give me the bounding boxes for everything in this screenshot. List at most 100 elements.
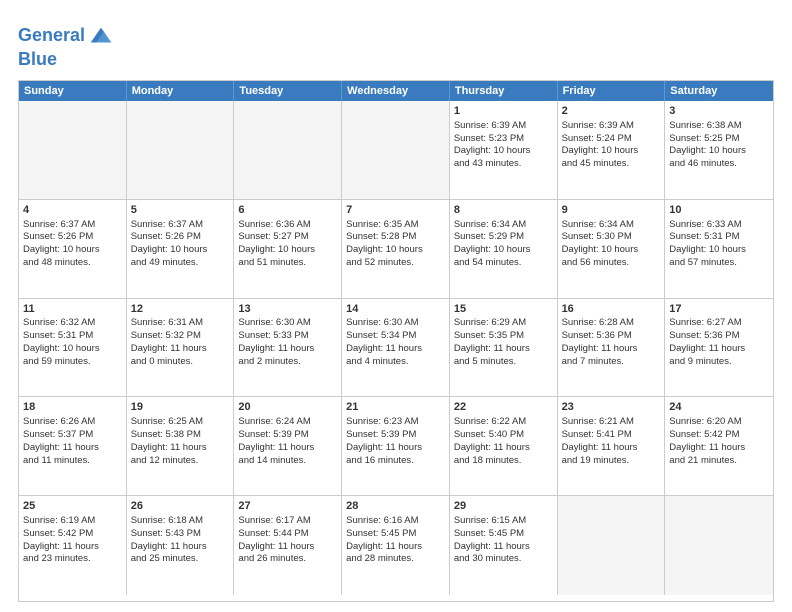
day-info-line: and 28 minutes. (346, 553, 445, 566)
day-info-line: Daylight: 10 hours (669, 244, 769, 257)
day-info-line: Sunset: 5:42 PM (669, 429, 769, 442)
day-info-line: Sunset: 5:36 PM (669, 330, 769, 343)
day-info-line: Sunrise: 6:15 AM (454, 515, 553, 528)
day-number: 27 (238, 499, 337, 514)
calendar: SundayMondayTuesdayWednesdayThursdayFrid… (18, 80, 774, 602)
day-cell-27: 27Sunrise: 6:17 AMSunset: 5:44 PMDayligh… (234, 496, 342, 595)
day-info-line: Daylight: 11 hours (131, 442, 230, 455)
day-cell-25: 25Sunrise: 6:19 AMSunset: 5:42 PMDayligh… (19, 496, 127, 595)
day-info-line: Sunrise: 6:34 AM (562, 219, 661, 232)
day-cell-14: 14Sunrise: 6:30 AMSunset: 5:34 PMDayligh… (342, 299, 450, 398)
day-number: 11 (23, 302, 122, 317)
day-number: 18 (23, 400, 122, 415)
empty-cell (558, 496, 666, 595)
day-info-line: Daylight: 10 hours (23, 244, 122, 257)
day-cell-4: 4Sunrise: 6:37 AMSunset: 5:26 PMDaylight… (19, 200, 127, 299)
day-info-line: and 48 minutes. (23, 257, 122, 270)
day-info-line: and 43 minutes. (454, 158, 553, 171)
day-number: 22 (454, 400, 553, 415)
day-cell-3: 3Sunrise: 6:38 AMSunset: 5:25 PMDaylight… (665, 101, 773, 200)
calendar-header: SundayMondayTuesdayWednesdayThursdayFrid… (19, 81, 773, 101)
day-info-line: and 26 minutes. (238, 553, 337, 566)
day-info-line: and 4 minutes. (346, 356, 445, 369)
day-number: 14 (346, 302, 445, 317)
day-info-line: Sunrise: 6:16 AM (346, 515, 445, 528)
day-info-line: Daylight: 10 hours (562, 145, 661, 158)
day-info-line: Daylight: 11 hours (454, 442, 553, 455)
day-info-line: and 25 minutes. (131, 553, 230, 566)
day-info-line: Sunset: 5:43 PM (131, 528, 230, 541)
day-info-line: Sunset: 5:24 PM (562, 133, 661, 146)
day-info-line: Sunset: 5:31 PM (669, 231, 769, 244)
day-info-line: and 14 minutes. (238, 455, 337, 468)
day-info-line: and 54 minutes. (454, 257, 553, 270)
day-info-line: Daylight: 11 hours (238, 343, 337, 356)
day-cell-11: 11Sunrise: 6:32 AMSunset: 5:31 PMDayligh… (19, 299, 127, 398)
logo: General Blue (18, 22, 115, 70)
day-number: 8 (454, 203, 553, 218)
day-cell-6: 6Sunrise: 6:36 AMSunset: 5:27 PMDaylight… (234, 200, 342, 299)
day-number: 9 (562, 203, 661, 218)
day-info-line: Daylight: 11 hours (454, 541, 553, 554)
day-info-line: Sunrise: 6:37 AM (23, 219, 122, 232)
day-info-line: Sunset: 5:45 PM (454, 528, 553, 541)
day-info-line: Sunset: 5:28 PM (346, 231, 445, 244)
day-number: 23 (562, 400, 661, 415)
day-info-line: Daylight: 10 hours (23, 343, 122, 356)
header-cell-monday: Monday (127, 81, 235, 101)
day-info-line: Sunrise: 6:33 AM (669, 219, 769, 232)
day-info-line: Daylight: 11 hours (346, 343, 445, 356)
day-info-line: and 5 minutes. (454, 356, 553, 369)
day-info-line: Daylight: 10 hours (454, 244, 553, 257)
day-info-line: and 21 minutes. (669, 455, 769, 468)
day-info-line: Daylight: 11 hours (346, 541, 445, 554)
day-number: 29 (454, 499, 553, 514)
day-cell-13: 13Sunrise: 6:30 AMSunset: 5:33 PMDayligh… (234, 299, 342, 398)
day-number: 24 (669, 400, 769, 415)
day-info-line: and 0 minutes. (131, 356, 230, 369)
day-info-line: Sunset: 5:26 PM (131, 231, 230, 244)
day-info-line: and 19 minutes. (562, 455, 661, 468)
day-number: 21 (346, 400, 445, 415)
empty-cell (342, 101, 450, 200)
day-cell-16: 16Sunrise: 6:28 AMSunset: 5:36 PMDayligh… (558, 299, 666, 398)
day-number: 25 (23, 499, 122, 514)
day-info-line: Sunrise: 6:37 AM (131, 219, 230, 232)
day-info-line: Sunrise: 6:24 AM (238, 416, 337, 429)
day-info-line: Daylight: 10 hours (238, 244, 337, 257)
day-info-line: Sunset: 5:40 PM (454, 429, 553, 442)
day-info-line: Daylight: 11 hours (669, 442, 769, 455)
day-info-line: Sunset: 5:25 PM (669, 133, 769, 146)
day-info-line: and 56 minutes. (562, 257, 661, 270)
day-cell-15: 15Sunrise: 6:29 AMSunset: 5:35 PMDayligh… (450, 299, 558, 398)
day-info-line: Daylight: 11 hours (562, 442, 661, 455)
day-cell-18: 18Sunrise: 6:26 AMSunset: 5:37 PMDayligh… (19, 397, 127, 496)
day-info-line: Sunrise: 6:30 AM (346, 317, 445, 330)
day-info-line: Sunrise: 6:23 AM (346, 416, 445, 429)
day-info-line: Sunset: 5:35 PM (454, 330, 553, 343)
day-info-line: Sunrise: 6:27 AM (669, 317, 769, 330)
day-info-line: Daylight: 11 hours (23, 442, 122, 455)
day-info-line: Daylight: 10 hours (562, 244, 661, 257)
day-info-line: Daylight: 10 hours (346, 244, 445, 257)
day-number: 6 (238, 203, 337, 218)
header-cell-tuesday: Tuesday (234, 81, 342, 101)
day-info-line: Sunrise: 6:19 AM (23, 515, 122, 528)
day-info-line: and 30 minutes. (454, 553, 553, 566)
day-info-line: Sunrise: 6:30 AM (238, 317, 337, 330)
day-info-line: and 7 minutes. (562, 356, 661, 369)
header: General Blue (18, 18, 774, 70)
day-cell-5: 5Sunrise: 6:37 AMSunset: 5:26 PMDaylight… (127, 200, 235, 299)
day-number: 13 (238, 302, 337, 317)
day-info-line: Sunset: 5:34 PM (346, 330, 445, 343)
day-info-line: and 49 minutes. (131, 257, 230, 270)
day-info-line: Sunrise: 6:26 AM (23, 416, 122, 429)
day-info-line: Sunset: 5:27 PM (238, 231, 337, 244)
day-cell-24: 24Sunrise: 6:20 AMSunset: 5:42 PMDayligh… (665, 397, 773, 496)
day-number: 17 (669, 302, 769, 317)
day-info-line: Daylight: 11 hours (562, 343, 661, 356)
day-info-line: and 9 minutes. (669, 356, 769, 369)
day-info-line: Daylight: 11 hours (238, 541, 337, 554)
day-info-line: Sunset: 5:23 PM (454, 133, 553, 146)
day-info-line: Sunset: 5:33 PM (238, 330, 337, 343)
